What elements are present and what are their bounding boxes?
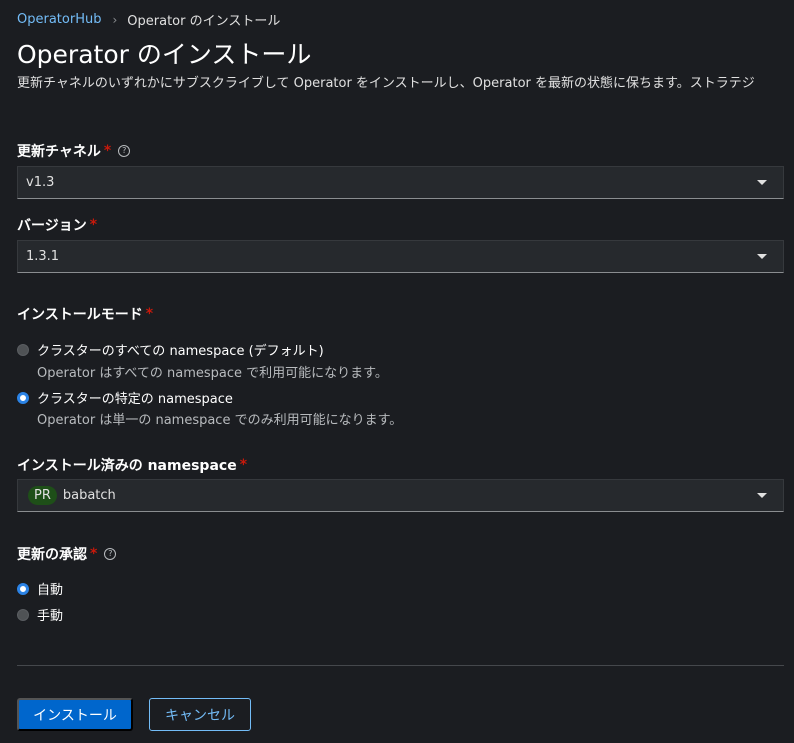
- help-icon[interactable]: ?: [118, 145, 131, 157]
- version-value: 1.3.1: [26, 249, 60, 264]
- caret-down-icon: [757, 180, 767, 185]
- update-approval-option-manual[interactable]: 手動: [17, 605, 63, 624]
- installed-namespace-label: インストール済みの namespace *: [17, 455, 247, 475]
- install-mode-option-all-namespaces[interactable]: クラスターのすべての namespace (デフォルト): [17, 340, 324, 359]
- version-label-text: バージョン: [17, 218, 87, 234]
- install-mode-option-label: クラスターのすべての namespace (デフォルト): [37, 344, 324, 359]
- project-badge: PR: [28, 486, 57, 505]
- caret-down-icon: [757, 493, 767, 498]
- installed-namespace-select[interactable]: PR babatch: [17, 479, 784, 512]
- install-mode-option-description: Operator は単一の namespace でのみ利用可能になります。: [37, 413, 403, 428]
- version-label: バージョン *: [17, 215, 97, 235]
- update-approval-label: 更新の承認 * ?: [17, 544, 117, 564]
- required-mark: *: [89, 217, 98, 233]
- update-channel-value: v1.3: [26, 175, 55, 190]
- cancel-button[interactable]: キャンセル: [149, 698, 251, 731]
- update-channel-label: 更新チャネル * ?: [17, 141, 131, 161]
- required-mark: *: [103, 143, 112, 159]
- update-approval-option-label: 手動: [37, 609, 64, 624]
- radio-all-namespaces[interactable]: [17, 343, 29, 356]
- chevron-right-icon: ›: [112, 12, 118, 27]
- installed-namespace-label-text: インストール済みの namespace: [17, 458, 237, 474]
- install-mode-label: インストールモード *: [17, 304, 153, 324]
- divider: [17, 665, 784, 666]
- radio-manual[interactable]: [17, 608, 29, 621]
- help-icon[interactable]: ?: [104, 548, 117, 560]
- required-mark: *: [145, 306, 154, 322]
- breadcrumb-current: Operator のインストール: [127, 14, 281, 29]
- update-approval-label-text: 更新の承認: [17, 547, 87, 563]
- update-approval-option-label: 自動: [37, 583, 64, 598]
- radio-automatic[interactable]: [17, 582, 29, 595]
- install-mode-option-specific-namespace[interactable]: クラスターの特定の namespace: [17, 388, 233, 407]
- version-select[interactable]: 1.3.1: [17, 240, 784, 273]
- install-mode-label-text: インストールモード: [17, 307, 143, 323]
- installed-namespace-value: babatch: [62, 488, 116, 503]
- install-button[interactable]: インストール: [17, 698, 133, 731]
- update-approval-option-automatic[interactable]: 自動: [17, 579, 63, 598]
- page-title: Operator のインストール: [17, 40, 312, 69]
- breadcrumb: OperatorHub › Operator のインストール: [17, 10, 280, 29]
- install-mode-option-label: クラスターの特定の namespace: [37, 392, 233, 407]
- required-mark: *: [239, 457, 248, 473]
- radio-specific-namespace[interactable]: [17, 391, 29, 404]
- install-mode-option-description: Operator はすべての namespace で利用可能になります。: [37, 366, 388, 381]
- update-channel-label-text: 更新チャネル: [17, 144, 101, 160]
- page-description: 更新チャネルのいずれかにサブスクライブして Operator をインストールし、…: [17, 76, 755, 91]
- update-channel-select[interactable]: v1.3: [17, 166, 784, 199]
- caret-down-icon: [757, 254, 767, 259]
- required-mark: *: [90, 546, 98, 562]
- breadcrumb-link-operatorhub[interactable]: OperatorHub: [17, 12, 101, 27]
